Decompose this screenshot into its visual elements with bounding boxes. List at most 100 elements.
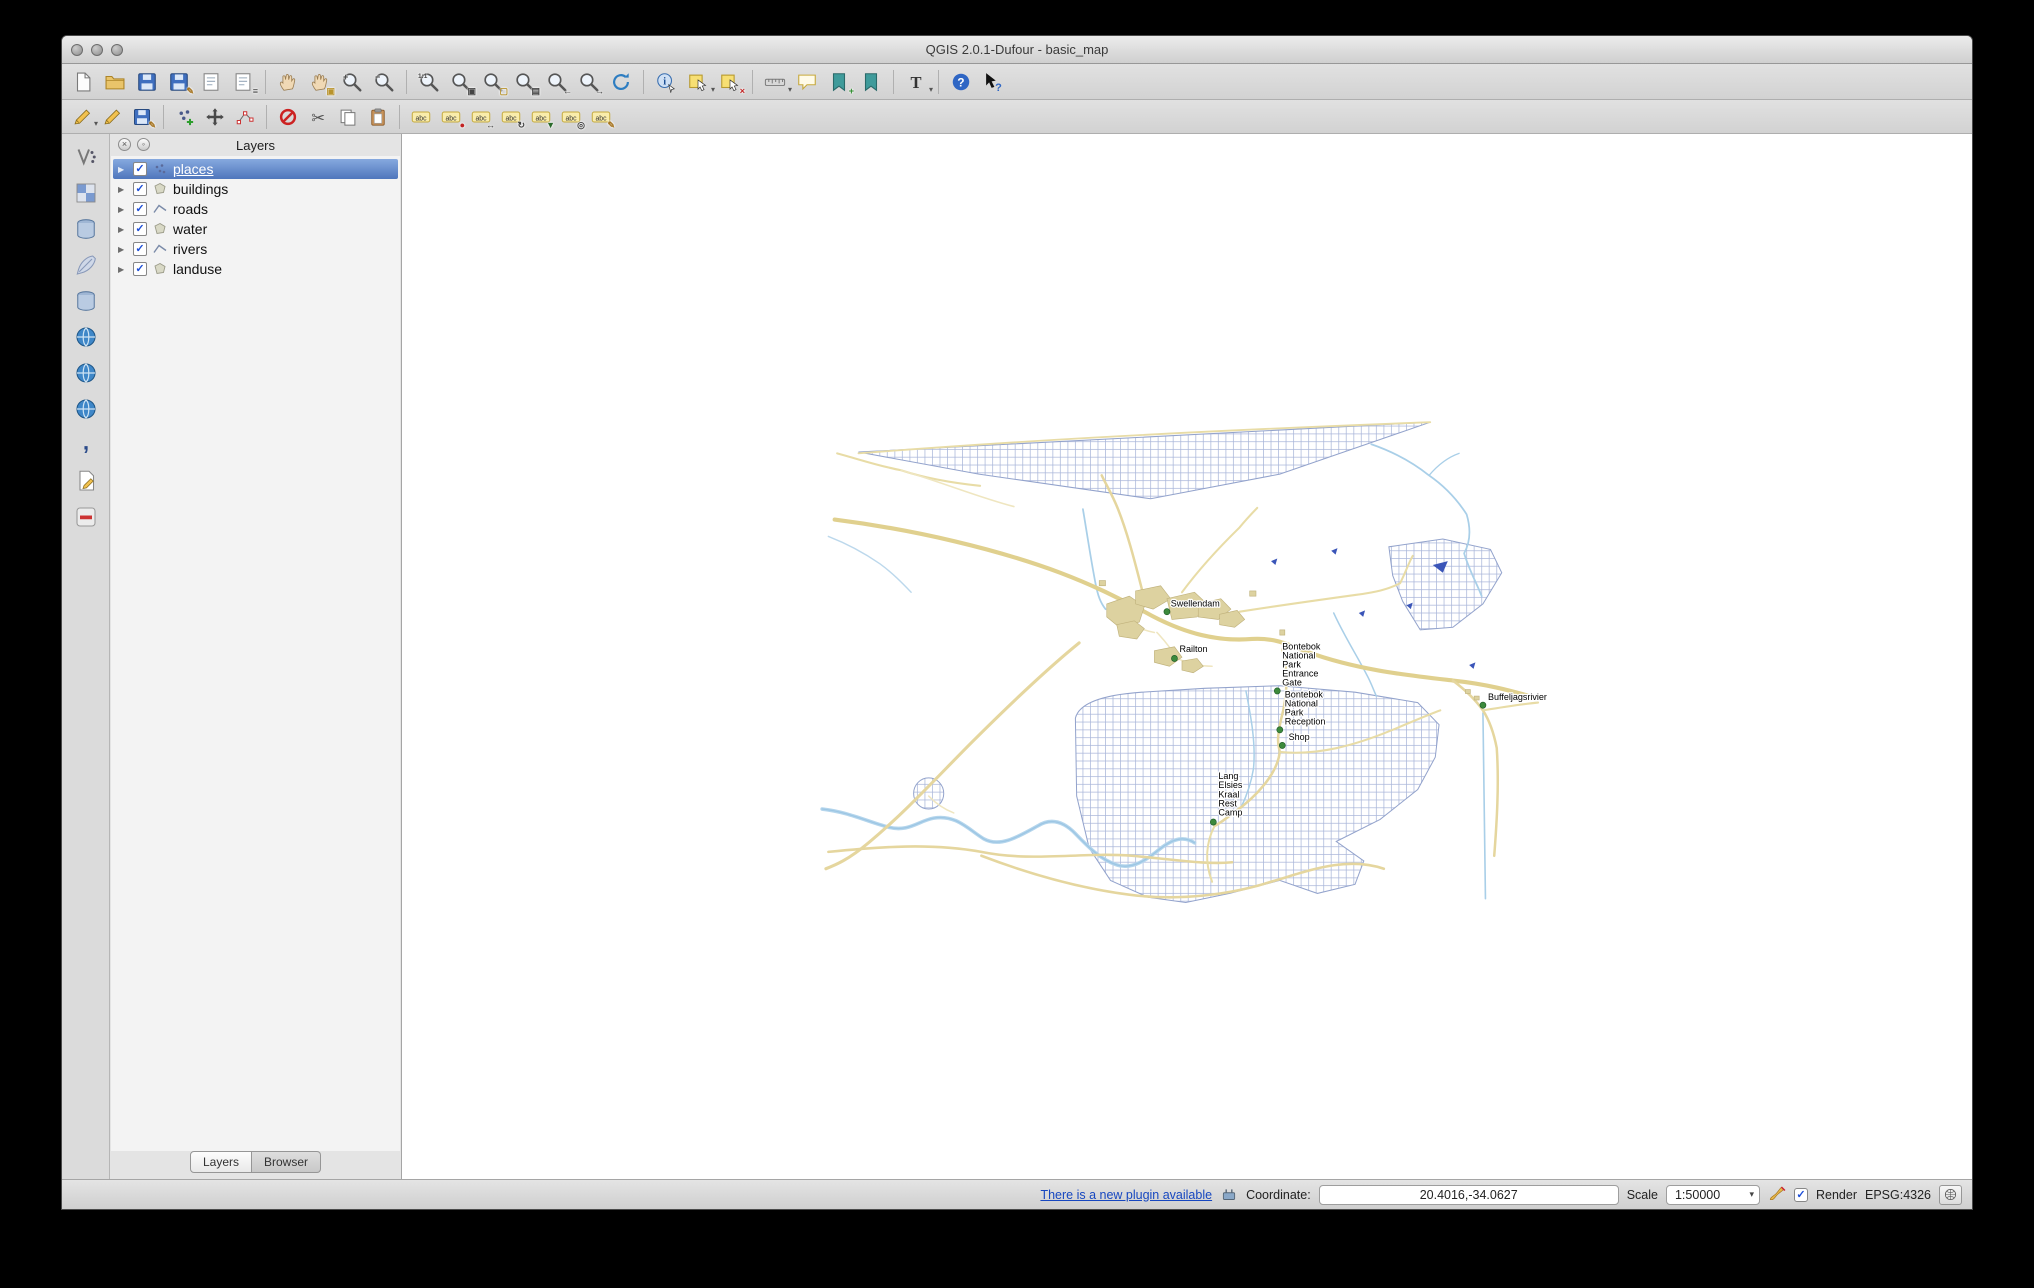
zoom-last-button[interactable]: ← xyxy=(542,67,572,97)
layer-item-roads[interactable]: ▶ ✓ roads xyxy=(111,199,400,219)
titlebar[interactable]: QGIS 2.0.1-Dufour - basic_map xyxy=(62,36,1972,64)
label-show-hide-button[interactable]: ◎ xyxy=(557,103,585,131)
add-delimited-text-layer-button[interactable] xyxy=(70,430,102,460)
pan-to-selection-button[interactable]: ▣ xyxy=(305,67,335,97)
open-project-button[interactable] xyxy=(100,67,130,97)
add-mssql-layer-button[interactable] xyxy=(70,286,102,316)
delete-selected-button[interactable] xyxy=(274,103,302,131)
close-button[interactable] xyxy=(71,44,83,56)
expand-arrow-icon[interactable]: ▶ xyxy=(118,245,128,254)
zoom-native-button[interactable]: 1:1 xyxy=(414,67,444,97)
crs-status-button[interactable] xyxy=(1939,1185,1962,1205)
current-edits-button[interactable]: ▾ xyxy=(68,103,96,131)
labeling-options-button[interactable] xyxy=(407,103,435,131)
panel-tab-browser[interactable]: Browser xyxy=(252,1151,321,1173)
layer-item-water[interactable]: ▶ ✓ water xyxy=(111,219,400,239)
map-tips-button[interactable] xyxy=(792,67,822,97)
zoom-to-selection-button[interactable]: ▢ xyxy=(478,67,508,97)
panel-tab-layers[interactable]: Layers xyxy=(190,1151,252,1173)
refresh-map-button[interactable] xyxy=(606,67,636,97)
identify-features-button[interactable] xyxy=(651,67,681,97)
composer-manager-button[interactable]: ≡ xyxy=(228,67,258,97)
new-project-button[interactable] xyxy=(68,67,98,97)
remove-layer-button[interactable] xyxy=(70,502,102,532)
layer-label[interactable]: places xyxy=(173,161,213,177)
expand-arrow-icon[interactable]: ▶ xyxy=(118,225,128,234)
layer-visibility-checkbox[interactable]: ✓ xyxy=(133,182,147,196)
save-project-button[interactable] xyxy=(132,67,162,97)
show-bookmarks-button[interactable] xyxy=(856,67,886,97)
node-tool-button[interactable] xyxy=(231,103,259,131)
add-feature-button[interactable] xyxy=(171,103,199,131)
layer-item-places[interactable]: ▶ ✓ places xyxy=(113,159,398,179)
label-rotate-button[interactable]: ↻ xyxy=(497,103,525,131)
newshp-icon xyxy=(74,469,98,493)
add-vector-layer-button[interactable] xyxy=(70,142,102,172)
copy-features-button[interactable] xyxy=(334,103,362,131)
place-label: Shop xyxy=(1289,732,1310,742)
layer-label[interactable]: rivers xyxy=(173,241,207,257)
whats-this-button[interactable] xyxy=(978,67,1008,97)
chevron-down-icon[interactable]: ▾ xyxy=(929,85,933,94)
expand-arrow-icon[interactable]: ▶ xyxy=(118,185,128,194)
expand-arrow-icon[interactable]: ▶ xyxy=(118,205,128,214)
layer-visibility-checkbox[interactable]: ✓ xyxy=(133,162,147,176)
panel-close-icon[interactable]: × xyxy=(118,138,131,151)
layer-visibility-checkbox[interactable]: ✓ xyxy=(133,202,147,216)
deselect-features-button[interactable]: × xyxy=(715,67,745,97)
add-wcs-layer-button[interactable] xyxy=(70,358,102,388)
scale-combobox[interactable]: 1:50000 ▾ xyxy=(1666,1185,1760,1205)
layer-visibility-checkbox[interactable]: ✓ xyxy=(133,242,147,256)
layer-item-buildings[interactable]: ▶ ✓ buildings xyxy=(111,179,400,199)
pan-map-button[interactable] xyxy=(273,67,303,97)
toggle-editing-button[interactable] xyxy=(98,103,126,131)
add-wfs-layer-button[interactable] xyxy=(70,394,102,424)
measure-button[interactable]: ▾ xyxy=(760,67,790,97)
select-features-button[interactable]: ▾ xyxy=(683,67,713,97)
add-spatialite-layer-button[interactable] xyxy=(70,250,102,280)
chevron-down-icon[interactable]: ▾ xyxy=(1749,1189,1754,1200)
label-move-button[interactable]: ↔ xyxy=(467,103,495,131)
new-print-composer-button[interactable] xyxy=(196,67,226,97)
coordinate-input[interactable] xyxy=(1319,1185,1619,1205)
zoom-full-button[interactable]: ▣ xyxy=(446,67,476,97)
new-bookmark-button[interactable]: + xyxy=(824,67,854,97)
expand-arrow-icon[interactable]: ▶ xyxy=(118,265,128,274)
minimize-button[interactable] xyxy=(91,44,103,56)
layer-label[interactable]: water xyxy=(173,221,207,237)
composer-icon xyxy=(232,71,254,93)
layer-label[interactable]: roads xyxy=(173,201,208,217)
layer-label[interactable]: buildings xyxy=(173,181,228,197)
cut-features-button[interactable] xyxy=(304,103,332,131)
new-shapefile-layer-button[interactable] xyxy=(70,466,102,496)
layer-item-landuse[interactable]: ▶ ✓ landuse xyxy=(111,259,400,279)
move-feature-button[interactable] xyxy=(201,103,229,131)
paste-features-button[interactable] xyxy=(364,103,392,131)
label-selected-button[interactable]: ● xyxy=(437,103,465,131)
new-plugin-link[interactable]: There is a new plugin available xyxy=(1040,1188,1212,1202)
label-properties-button-badge-icon: ✎ xyxy=(607,121,615,130)
zoom-out-button[interactable]: − xyxy=(369,67,399,97)
layer-item-rivers[interactable]: ▶ ✓ rivers xyxy=(111,239,400,259)
add-raster-layer-button[interactable] xyxy=(70,178,102,208)
render-checkbox[interactable]: ✓ xyxy=(1794,1188,1808,1202)
zoom-in-button[interactable]: + xyxy=(337,67,367,97)
text-annotation-button[interactable]: ▾ xyxy=(901,67,931,97)
add-postgis-layer-button[interactable] xyxy=(70,214,102,244)
expand-arrow-icon[interactable]: ▶ xyxy=(118,165,128,174)
help-button[interactable] xyxy=(946,67,976,97)
layer-visibility-checkbox[interactable]: ✓ xyxy=(133,262,147,276)
label-properties-button[interactable]: ✎ xyxy=(587,103,615,131)
save-layer-edits-button[interactable]: ✎ xyxy=(128,103,156,131)
layer-visibility-checkbox[interactable]: ✓ xyxy=(133,222,147,236)
zoom-window-button[interactable] xyxy=(111,44,123,56)
map-canvas[interactable]: SwellendamRailtonBontebokNationalParkEnt… xyxy=(402,134,1972,1179)
label-pin-button[interactable]: ▼ xyxy=(527,103,555,131)
zoom-next-button[interactable]: → xyxy=(574,67,604,97)
zoom-to-layer-button[interactable]: ▤ xyxy=(510,67,540,97)
layer-label[interactable]: landuse xyxy=(173,261,222,277)
add-wms-layer-button[interactable] xyxy=(70,322,102,352)
save-project-as-button[interactable]: ✎ xyxy=(164,67,194,97)
map-view[interactable]: SwellendamRailtonBontebokNationalParkEnt… xyxy=(402,134,1972,1179)
panel-float-icon[interactable]: ◦ xyxy=(137,138,150,151)
